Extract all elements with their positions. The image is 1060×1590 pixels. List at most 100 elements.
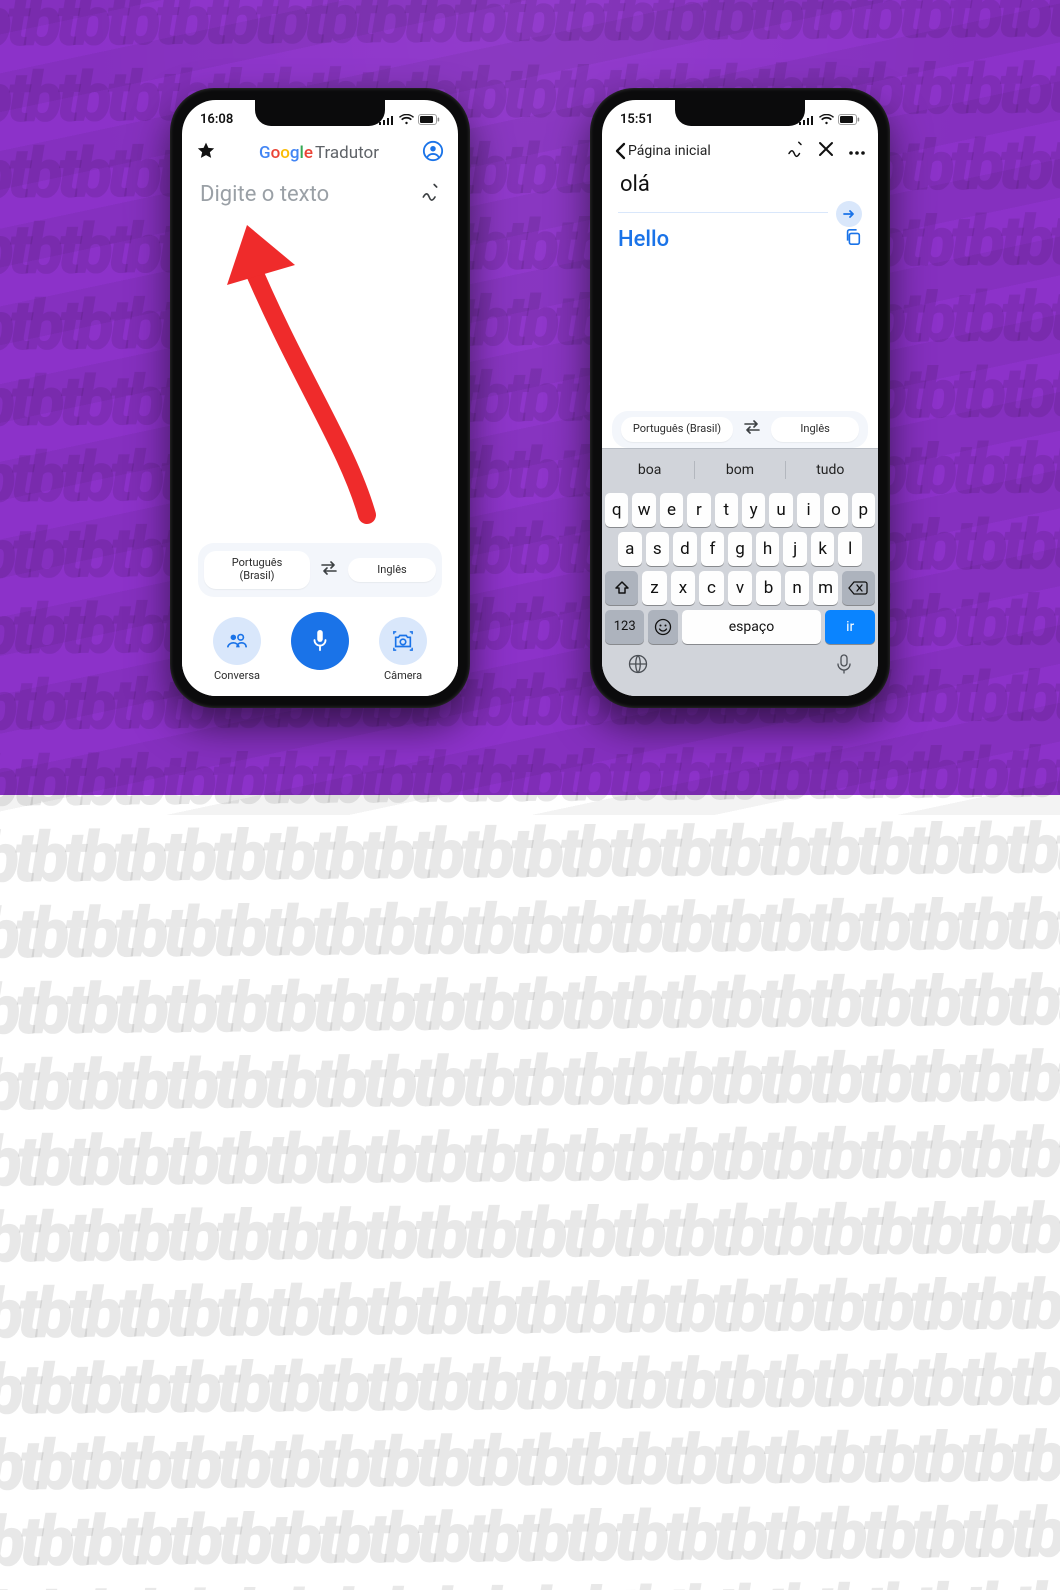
copy-icon bbox=[844, 228, 862, 246]
letter-key[interactable]: u bbox=[769, 493, 792, 527]
letter-key[interactable]: o bbox=[824, 493, 847, 527]
letter-key[interactable]: g bbox=[728, 532, 752, 566]
wifi-icon bbox=[819, 114, 834, 125]
microphone-icon bbox=[835, 653, 853, 675]
copy-button[interactable] bbox=[844, 228, 862, 250]
suggestion-bar: boa bom tudo bbox=[605, 453, 875, 487]
annotation-arrow bbox=[217, 195, 397, 525]
shift-icon bbox=[614, 580, 630, 596]
account-circle-icon bbox=[422, 140, 444, 162]
suggestion[interactable]: boa bbox=[605, 453, 694, 487]
swap-languages-button[interactable] bbox=[743, 420, 761, 438]
clear-button[interactable] bbox=[818, 141, 834, 161]
language-from-chip[interactable]: Português (Brasil) bbox=[621, 417, 733, 442]
language-to-chip[interactable]: Inglês bbox=[771, 417, 859, 442]
wifi-icon bbox=[399, 114, 414, 125]
handwriting-button[interactable] bbox=[420, 182, 440, 206]
language-to-chip[interactable]: Inglês bbox=[348, 558, 436, 583]
conversation-label: Conversa bbox=[214, 669, 260, 682]
letter-key[interactable]: p bbox=[852, 493, 875, 527]
phone-right: 15:51 Página inicial bbox=[590, 88, 890, 708]
more-button[interactable] bbox=[848, 141, 866, 160]
swap-languages-button[interactable] bbox=[320, 561, 338, 579]
letter-key[interactable]: a bbox=[618, 532, 642, 566]
letter-key[interactable]: n bbox=[785, 571, 810, 605]
account-button[interactable] bbox=[422, 140, 444, 166]
letter-key[interactable]: i bbox=[797, 493, 820, 527]
language-selector-row: Português (Brasil) Inglês bbox=[612, 411, 868, 448]
separator-line bbox=[618, 212, 828, 213]
close-icon bbox=[818, 141, 834, 157]
swap-icon bbox=[743, 420, 761, 434]
device-notch bbox=[675, 100, 805, 126]
letter-key[interactable]: d bbox=[673, 532, 697, 566]
language-selector-row: Português (Brasil) Inglês bbox=[198, 543, 442, 596]
favorites-button[interactable] bbox=[196, 141, 216, 165]
letter-key[interactable]: b bbox=[756, 571, 781, 605]
handwriting-icon bbox=[420, 182, 440, 202]
emoji-key[interactable] bbox=[648, 610, 677, 644]
keyboard: boa bom tudo qwertyuiop asdfghjkl zxcvbn… bbox=[602, 448, 878, 696]
letter-key[interactable]: y bbox=[742, 493, 765, 527]
status-time: 15:51 bbox=[620, 112, 653, 127]
letter-key[interactable]: w bbox=[632, 493, 655, 527]
language-from-chip[interactable]: Português (Brasil) bbox=[204, 551, 310, 588]
translate-go-button[interactable] bbox=[836, 201, 862, 227]
letter-key[interactable]: v bbox=[728, 571, 753, 605]
voice-input-button[interactable] bbox=[291, 612, 349, 670]
star-icon bbox=[196, 141, 216, 161]
letter-key[interactable]: t bbox=[715, 493, 738, 527]
arrow-right-icon bbox=[842, 207, 856, 221]
letter-key[interactable]: c bbox=[699, 571, 724, 605]
numbers-key[interactable]: 123 bbox=[605, 610, 644, 644]
backspace-key[interactable] bbox=[842, 571, 875, 605]
dictation-key[interactable] bbox=[835, 653, 853, 679]
emoji-icon bbox=[654, 618, 672, 636]
go-key[interactable]: ir bbox=[825, 610, 875, 644]
conversation-button[interactable] bbox=[213, 617, 261, 665]
microphone-icon bbox=[309, 628, 331, 654]
camera-label: Câmera bbox=[384, 669, 422, 682]
handwriting-button[interactable] bbox=[786, 140, 804, 162]
camera-icon bbox=[392, 630, 414, 652]
letter-key[interactable]: m bbox=[813, 571, 838, 605]
text-input[interactable]: Digite o texto bbox=[200, 182, 329, 207]
handwriting-icon bbox=[786, 140, 804, 158]
letter-key[interactable]: s bbox=[646, 532, 670, 566]
letter-key[interactable]: z bbox=[642, 571, 667, 605]
battery-icon bbox=[838, 114, 860, 125]
letter-key[interactable]: e bbox=[660, 493, 683, 527]
letter-key[interactable]: j bbox=[783, 532, 807, 566]
keyboard-row: qwertyuiop bbox=[605, 493, 875, 527]
app-title: GoogleTradutor bbox=[259, 143, 379, 163]
battery-icon bbox=[418, 114, 440, 125]
space-key[interactable]: espaço bbox=[682, 610, 822, 644]
keyboard-row: zxcvbnm bbox=[605, 571, 875, 605]
letter-key[interactable]: k bbox=[811, 532, 835, 566]
keyboard-row: 123 espaço ir bbox=[605, 610, 875, 644]
swap-icon bbox=[320, 561, 338, 575]
more-horizontal-icon bbox=[848, 150, 866, 156]
keyboard-row: asdfghjkl bbox=[605, 532, 875, 566]
back-label: Página inicial bbox=[628, 143, 711, 159]
back-button[interactable]: Página inicial bbox=[614, 142, 711, 160]
suggestion[interactable]: bom bbox=[695, 453, 784, 487]
conversation-icon bbox=[226, 630, 248, 652]
letter-key[interactable]: h bbox=[756, 532, 780, 566]
letter-key[interactable]: q bbox=[605, 493, 628, 527]
status-time: 16:08 bbox=[200, 112, 233, 127]
backspace-icon bbox=[848, 581, 868, 595]
letter-key[interactable]: l bbox=[838, 532, 862, 566]
suggestion[interactable]: tudo bbox=[786, 453, 875, 487]
globe-key[interactable] bbox=[627, 653, 649, 679]
letter-key[interactable]: r bbox=[687, 493, 710, 527]
camera-button[interactable] bbox=[379, 617, 427, 665]
phone-left: 16:08 GoogleTradutor Digi bbox=[170, 88, 470, 708]
shift-key[interactable] bbox=[605, 571, 638, 605]
source-text-input[interactable]: olá bbox=[618, 168, 862, 201]
translated-text: Hello bbox=[618, 227, 669, 252]
chevron-left-icon bbox=[614, 142, 626, 160]
globe-icon bbox=[627, 653, 649, 675]
letter-key[interactable]: x bbox=[671, 571, 696, 605]
letter-key[interactable]: f bbox=[701, 532, 725, 566]
